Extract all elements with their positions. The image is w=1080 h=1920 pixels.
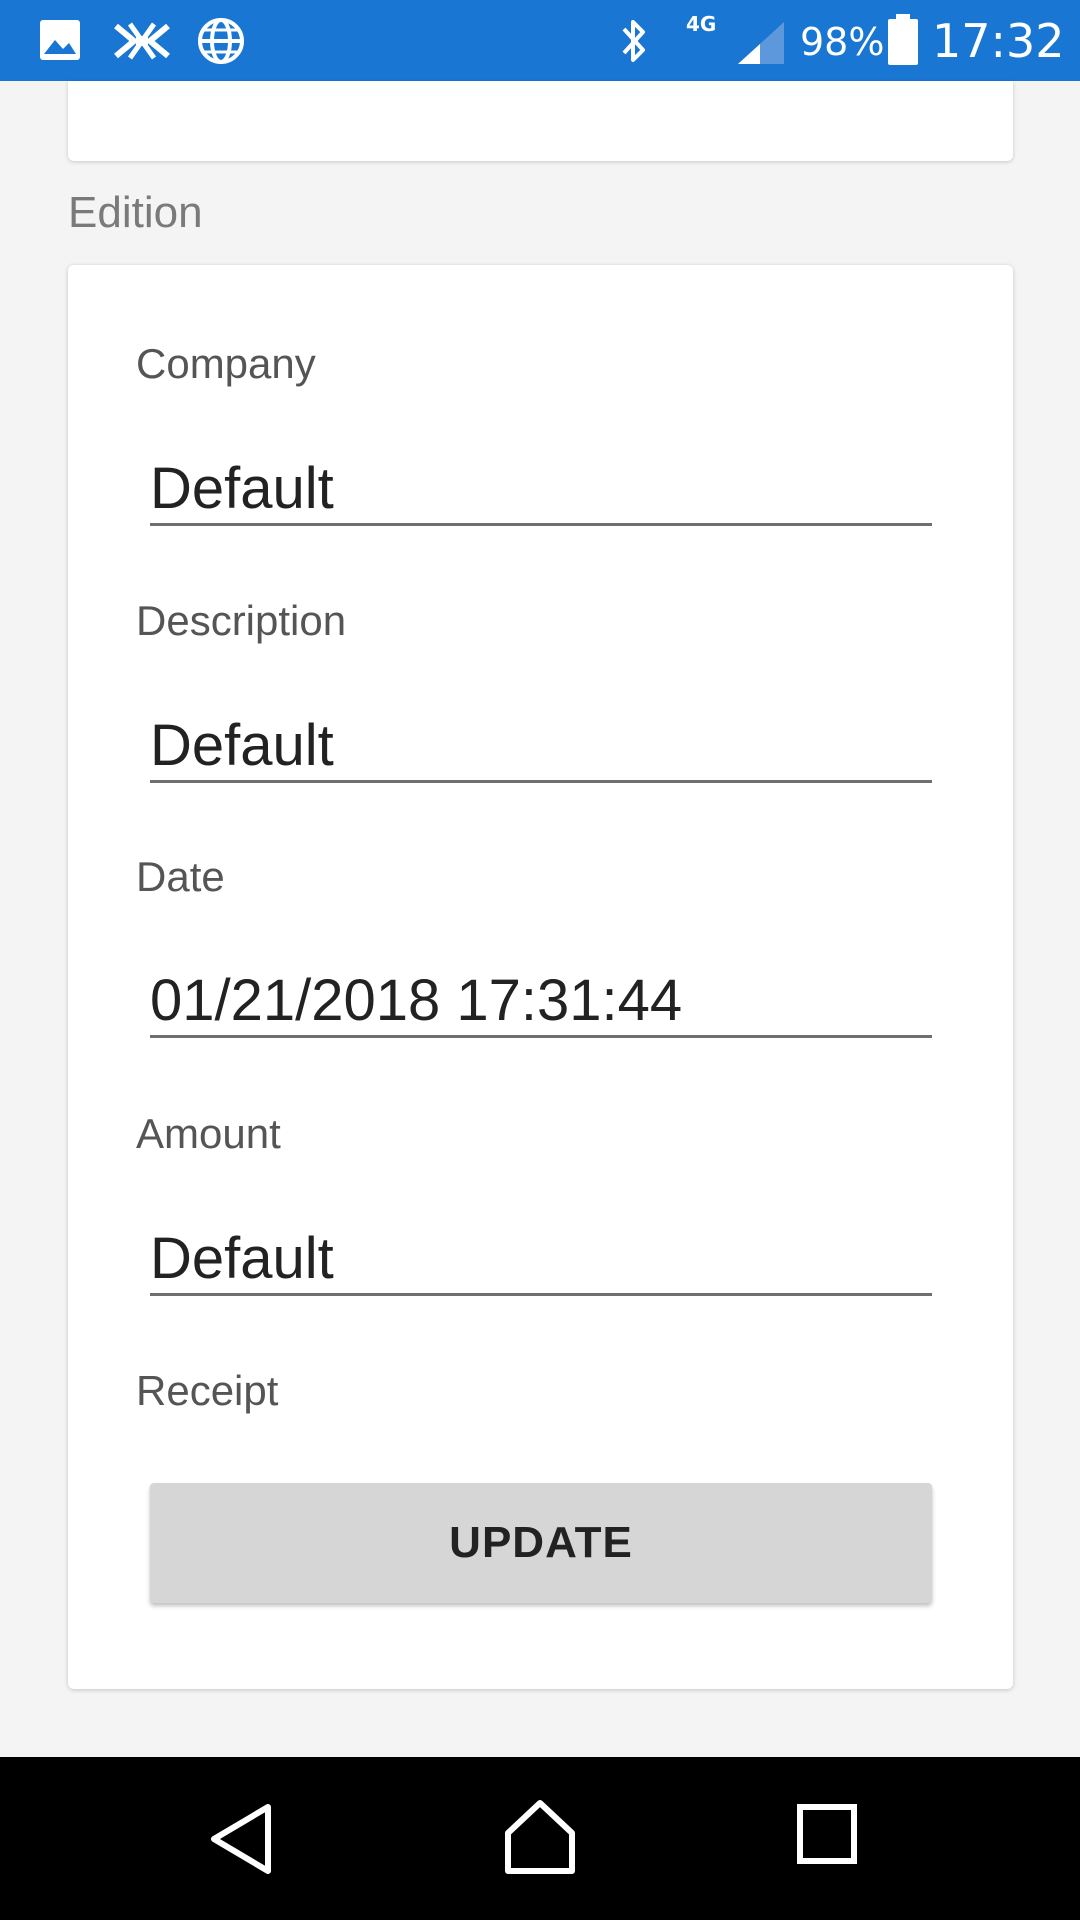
back-icon[interactable] xyxy=(206,1801,276,1882)
company-label: Company xyxy=(136,340,316,387)
signal-icon xyxy=(736,22,786,71)
network-type: 4G xyxy=(686,12,717,36)
navigation-bar xyxy=(0,1757,1080,1920)
home-icon[interactable] xyxy=(502,1797,578,1882)
clock: 17:32 xyxy=(932,14,1065,68)
status-bar: 4G 98% 17:32 xyxy=(0,0,1080,81)
date-input[interactable] xyxy=(150,965,932,1038)
battery-percent: 98% xyxy=(800,20,885,64)
previous-card xyxy=(68,81,1013,161)
update-button[interactable]: UPDATE xyxy=(150,1483,932,1603)
recents-icon[interactable] xyxy=(796,1803,858,1870)
amount-label: Amount xyxy=(136,1110,281,1157)
description-label: Description xyxy=(136,597,347,644)
date-label: Date xyxy=(136,853,225,900)
bluetooth-icon xyxy=(616,16,652,71)
company-input[interactable] xyxy=(150,453,932,526)
gallery-icon xyxy=(38,18,82,67)
amount-input[interactable] xyxy=(150,1223,932,1296)
edition-card: Company Description Date Amount Receipt … xyxy=(68,265,1013,1689)
app-notification-icon xyxy=(112,20,172,67)
description-input[interactable] xyxy=(150,710,932,783)
receipt-label: Receipt xyxy=(136,1367,279,1414)
screen: 4G 98% 17:32 Edition Company Description… xyxy=(0,0,1080,1920)
section-title: Edition xyxy=(68,188,203,237)
globe-icon xyxy=(196,16,246,71)
battery-icon xyxy=(886,14,920,71)
